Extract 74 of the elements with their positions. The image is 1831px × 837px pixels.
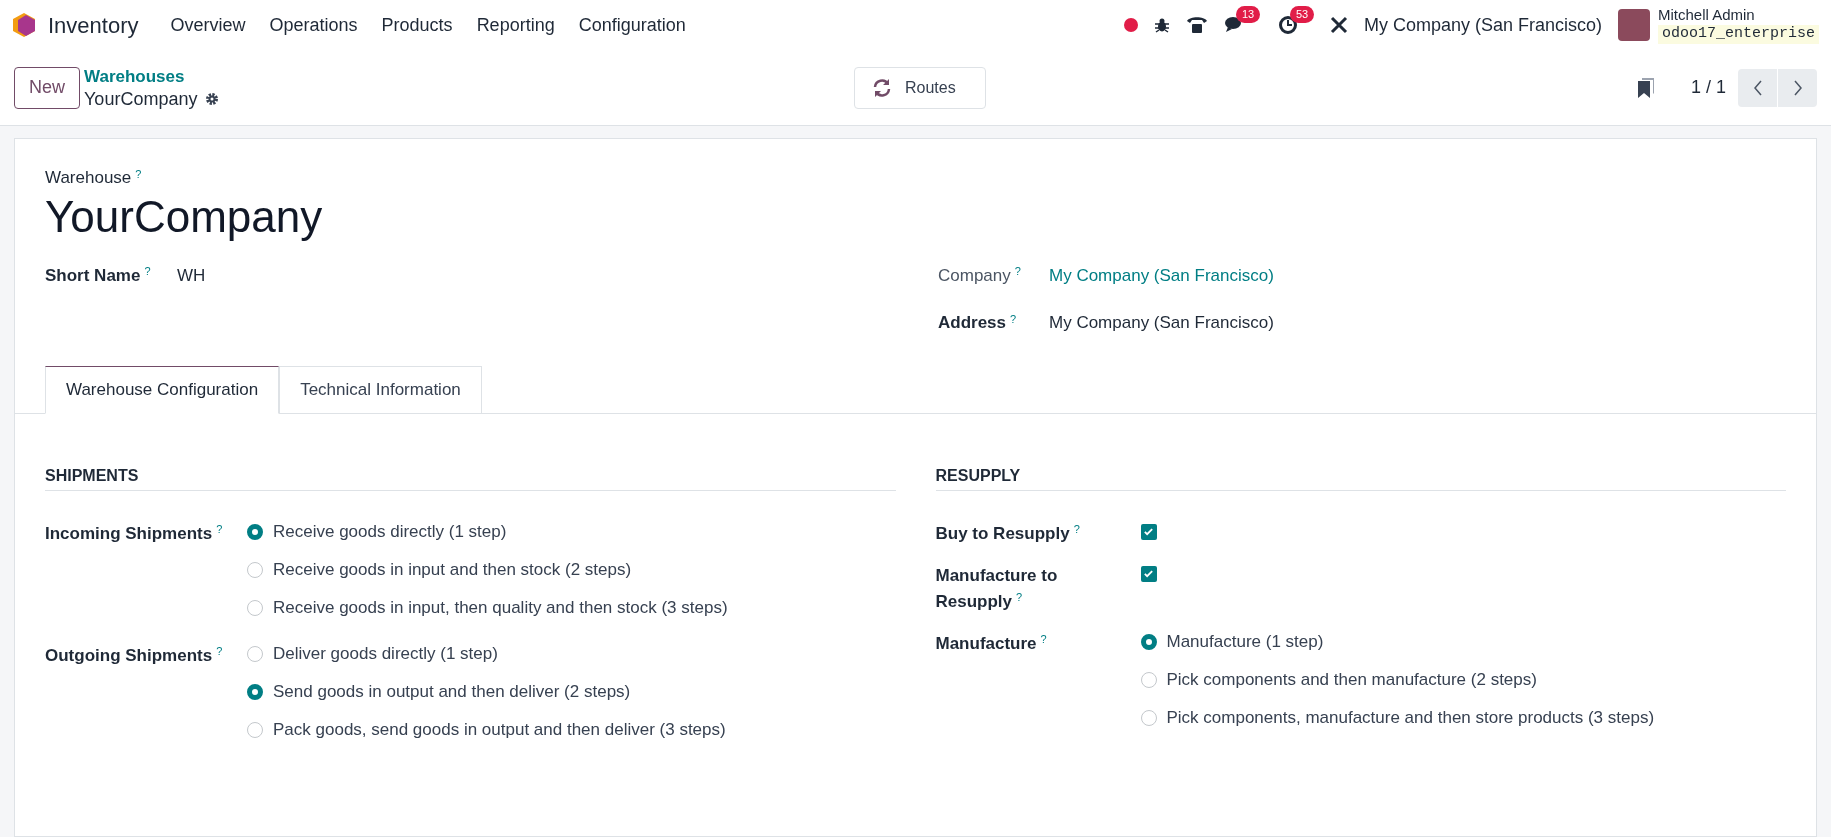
breadcrumb-link[interactable]: Warehouses: [84, 65, 854, 88]
routes-button[interactable]: Routes: [854, 66, 986, 109]
field-label: Buy to Resupply $^{?}$: [935, 523, 1080, 543]
user-name[interactable]: Mitchell Admin: [1657, 6, 1819, 25]
chevron-left-icon: [1752, 79, 1763, 96]
radio-label: Pack goods, send goods in output and then deliver (3 steps): [273, 718, 726, 741]
help-mark[interactable]: ?: [135, 167, 142, 180]
help-mark[interactable]: ?: [1040, 633, 1047, 645]
field-label: Company $^{?}$: [938, 264, 1022, 287]
form-tab[interactable]: Technical Information: [279, 365, 482, 414]
menu-item[interactable]: Configuration: [566, 11, 698, 39]
help-mark[interactable]: ?: [1010, 312, 1017, 325]
radio-button[interactable]: [1140, 633, 1157, 650]
refresh-icon: [871, 77, 893, 98]
radio-button[interactable]: [1140, 709, 1157, 726]
radio-button[interactable]: [1140, 671, 1157, 688]
count-badge: 13: [1235, 6, 1261, 23]
form-tab[interactable]: Warehouse Configuration: [45, 365, 280, 414]
help-mark[interactable]: ?: [216, 523, 223, 535]
settings-icon[interactable]: [205, 91, 220, 106]
section-heading: RESUPPLY: [935, 463, 1786, 491]
field-label: Manufacture to Resupply $^{?}$: [935, 565, 1058, 611]
app-logo-icon[interactable]: [12, 12, 36, 38]
checkmark-icon: [1143, 526, 1154, 537]
section-heading: SHIPMENTS: [45, 463, 896, 491]
field-label: Outgoing Shipments $^{?}$: [45, 645, 223, 665]
help-mark[interactable]: ?: [1016, 591, 1023, 603]
radio-label: Pick components and then manufacture (2 steps): [1166, 668, 1537, 691]
checkbox[interactable]: [1140, 565, 1157, 582]
field-label: Manufacture $^{?}$: [935, 633, 1047, 653]
checkbox[interactable]: [1140, 523, 1157, 540]
help-mark[interactable]: ?: [1014, 265, 1021, 277]
app-name[interactable]: Inventory: [48, 8, 139, 42]
radio-label: Receive goods directly (1 step): [273, 520, 507, 543]
radio-button[interactable]: [247, 523, 263, 540]
radio-label: Deliver goods directly (1 step): [273, 642, 498, 665]
menu-item[interactable]: Operations: [257, 11, 370, 39]
menu-item[interactable]: Overview: [158, 11, 258, 39]
help-mark[interactable]: ?: [216, 645, 223, 657]
chevron-right-icon: [1792, 79, 1803, 96]
new-button[interactable]: New: [14, 66, 80, 109]
radio-label: Receive goods in input, then quality and then stock (3 steps): [273, 596, 728, 619]
menu-item[interactable]: Reporting: [464, 11, 567, 39]
database-name: odoo17_enterprise: [1657, 25, 1819, 44]
help-mark[interactable]: ?: [144, 265, 151, 277]
company-switcher[interactable]: My Company (San Francisco): [1363, 11, 1602, 39]
pager-value[interactable]: 1 / 1: [1690, 74, 1726, 101]
bug-icon[interactable]: [1153, 17, 1170, 33]
phone-icon[interactable]: [1185, 15, 1208, 35]
bookmark-icon[interactable]: [1636, 76, 1655, 99]
radio-button[interactable]: [247, 561, 263, 578]
field-label: Incoming Shipments $^{?}$: [45, 523, 223, 543]
field-value: WH: [177, 264, 206, 287]
radio-button[interactable]: [247, 721, 263, 738]
record-name: YourCompany: [84, 87, 198, 110]
radio-button[interactable]: [247, 599, 263, 616]
radio-label: Send goods in output and then deliver (2 steps): [273, 680, 631, 703]
company-link[interactable]: My Company (San Francisco): [1049, 262, 1274, 288]
user-avatar[interactable]: [1617, 9, 1650, 41]
radio-label: Manufacture (1 step): [1166, 630, 1324, 653]
field-value: My Company (San Francisco): [1049, 312, 1274, 334]
radio-label: Pick components, manufacture and then store products (3 steps): [1166, 706, 1655, 729]
clock-icon[interactable]: [1277, 15, 1298, 35]
field-label: Warehouse $^{?}$: [45, 168, 142, 187]
radio-button[interactable]: [247, 645, 263, 662]
field-label: Address $^{?}$: [938, 311, 1018, 334]
menu-item[interactable]: Products: [369, 11, 465, 39]
checkmark-icon: [1143, 568, 1154, 579]
radio-label: Receive goods in input and then stock (2 steps): [273, 558, 632, 581]
radio-button[interactable]: [247, 683, 263, 700]
count-badge: 53: [1289, 6, 1315, 23]
help-mark[interactable]: ?: [1073, 523, 1080, 535]
field-label: Short Name $^{?}$: [45, 264, 152, 287]
record-title: YourCompany: [45, 190, 324, 243]
